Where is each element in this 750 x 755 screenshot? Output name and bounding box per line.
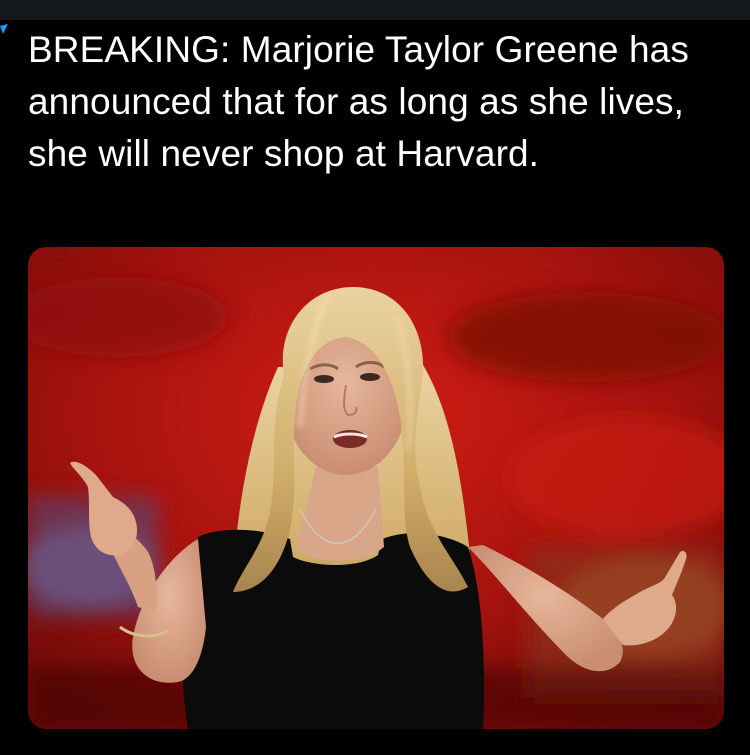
reply-thread-icon xyxy=(0,24,8,34)
top-bar xyxy=(0,0,750,20)
post-text: BREAKING: Marjorie Taylor Greene has ann… xyxy=(28,29,689,174)
photo-illustration xyxy=(28,247,724,729)
post-photo[interactable] xyxy=(28,247,724,729)
right-eye xyxy=(360,373,380,381)
post-card: BREAKING: Marjorie Taylor Greene has ann… xyxy=(0,0,750,755)
left-eye xyxy=(314,375,334,383)
